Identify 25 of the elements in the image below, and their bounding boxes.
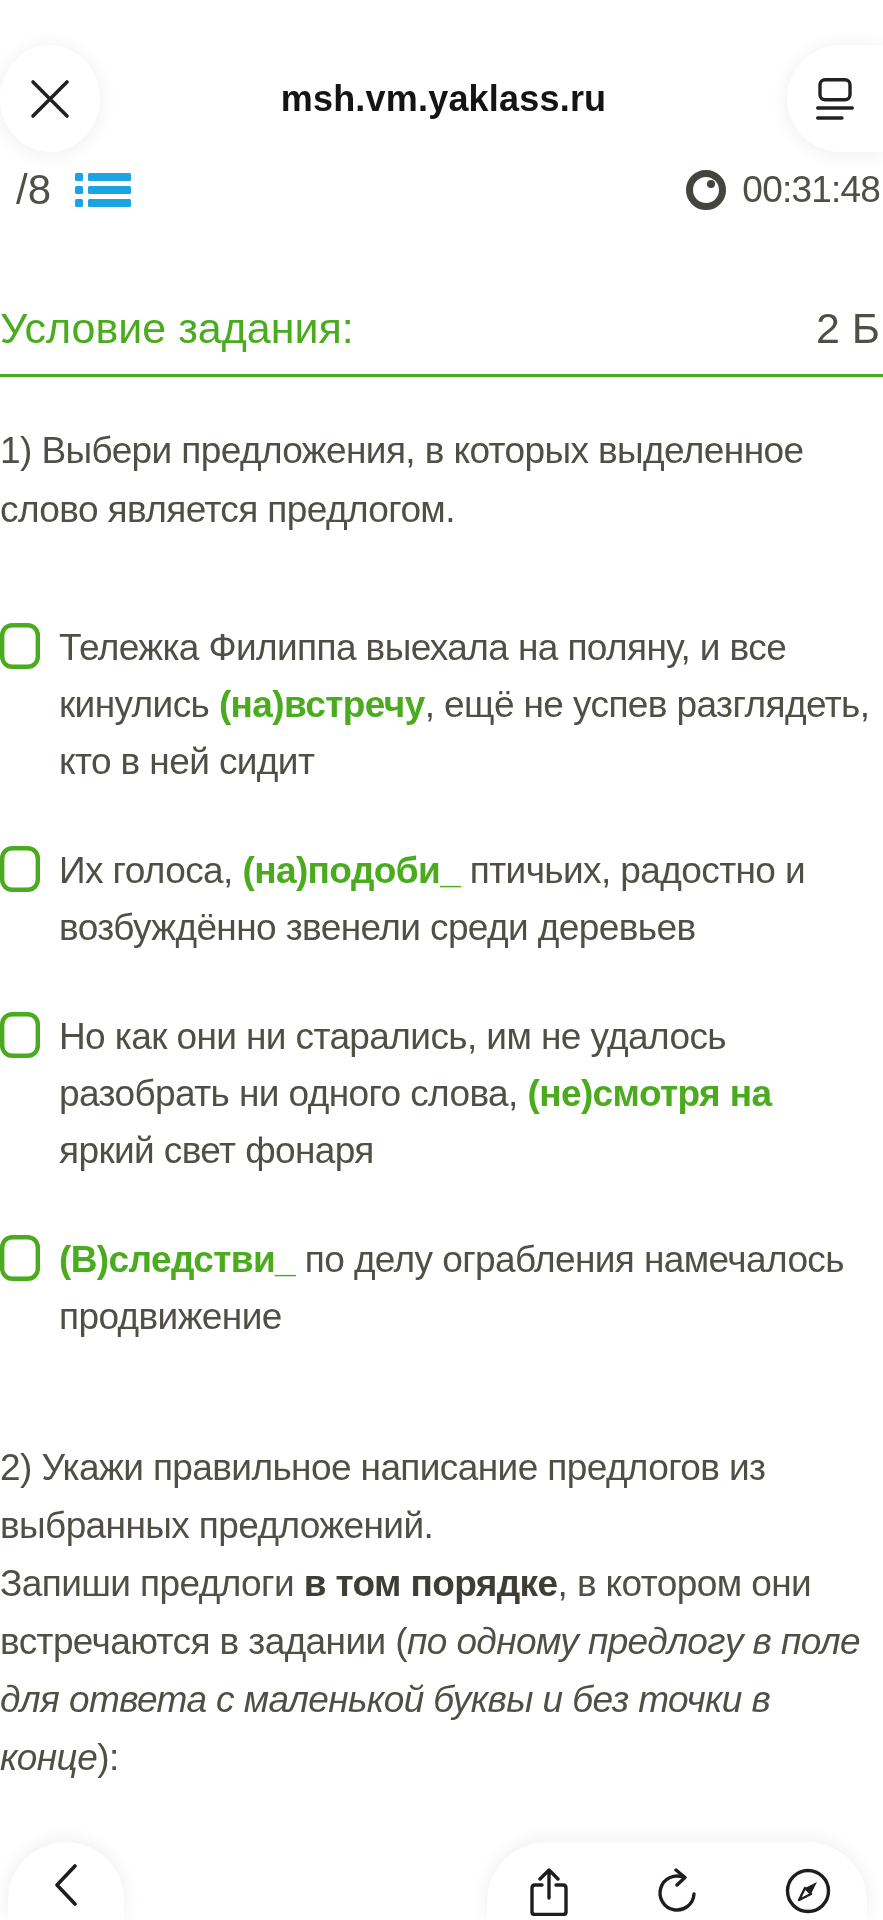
close-icon [30, 78, 70, 119]
tabs-icon [816, 77, 854, 120]
compass-icon[interactable] [785, 1868, 831, 1914]
share-icon[interactable] [529, 1868, 569, 1916]
option-text: Тележка Филиппа выехала на поляну, и все кинулись (на)встречу, ещё не успев разглядеть, кто в ней сидит [59, 626, 871, 784]
instruction-text: Запиши предлоги в том порядке, в котором они встречаются в задании (по одному предлогу в поле для ответа с маленькой буквы и без точки в конце): [0, 1562, 862, 1780]
reload-icon[interactable] [655, 1868, 699, 1914]
list-icon[interactable] [75, 173, 132, 207]
option-text: (В)следстви_ по делу ограбления намечалось продвижение [59, 1238, 845, 1339]
option-text: Но как они ни старались, им не удалось разобрать ни одного слова, (не)смотря на яркий свет фонаря [59, 1015, 774, 1173]
progress-counter: /8 [16, 166, 52, 214]
tabs-button[interactable] [787, 45, 883, 152]
condition-title: Условие задания: [0, 303, 354, 353]
chevron-left-icon [54, 1864, 78, 1906]
checkbox[interactable] [0, 623, 40, 669]
points-text: 2 Б [815, 303, 880, 353]
checkbox[interactable] [0, 846, 40, 892]
question-text: 1) Выбери предложения, в которых выделенное слово является предлогом. [0, 429, 805, 532]
question-text: 2) Укажи правильное написание предлогов из выбранных предложений. [0, 1446, 767, 1548]
checkbox[interactable] [0, 1235, 40, 1281]
checkbox[interactable] [0, 1012, 40, 1058]
option-text: Их голоса, (на)подоби_ птичьих, радостно и возбуждённо звенели среди деревьев [59, 849, 807, 950]
timer-text: 00:31:48 [742, 169, 880, 211]
address-text[interactable]: msh.vm.yaklass.ru [280, 77, 607, 120]
ring-icon [686, 170, 727, 210]
